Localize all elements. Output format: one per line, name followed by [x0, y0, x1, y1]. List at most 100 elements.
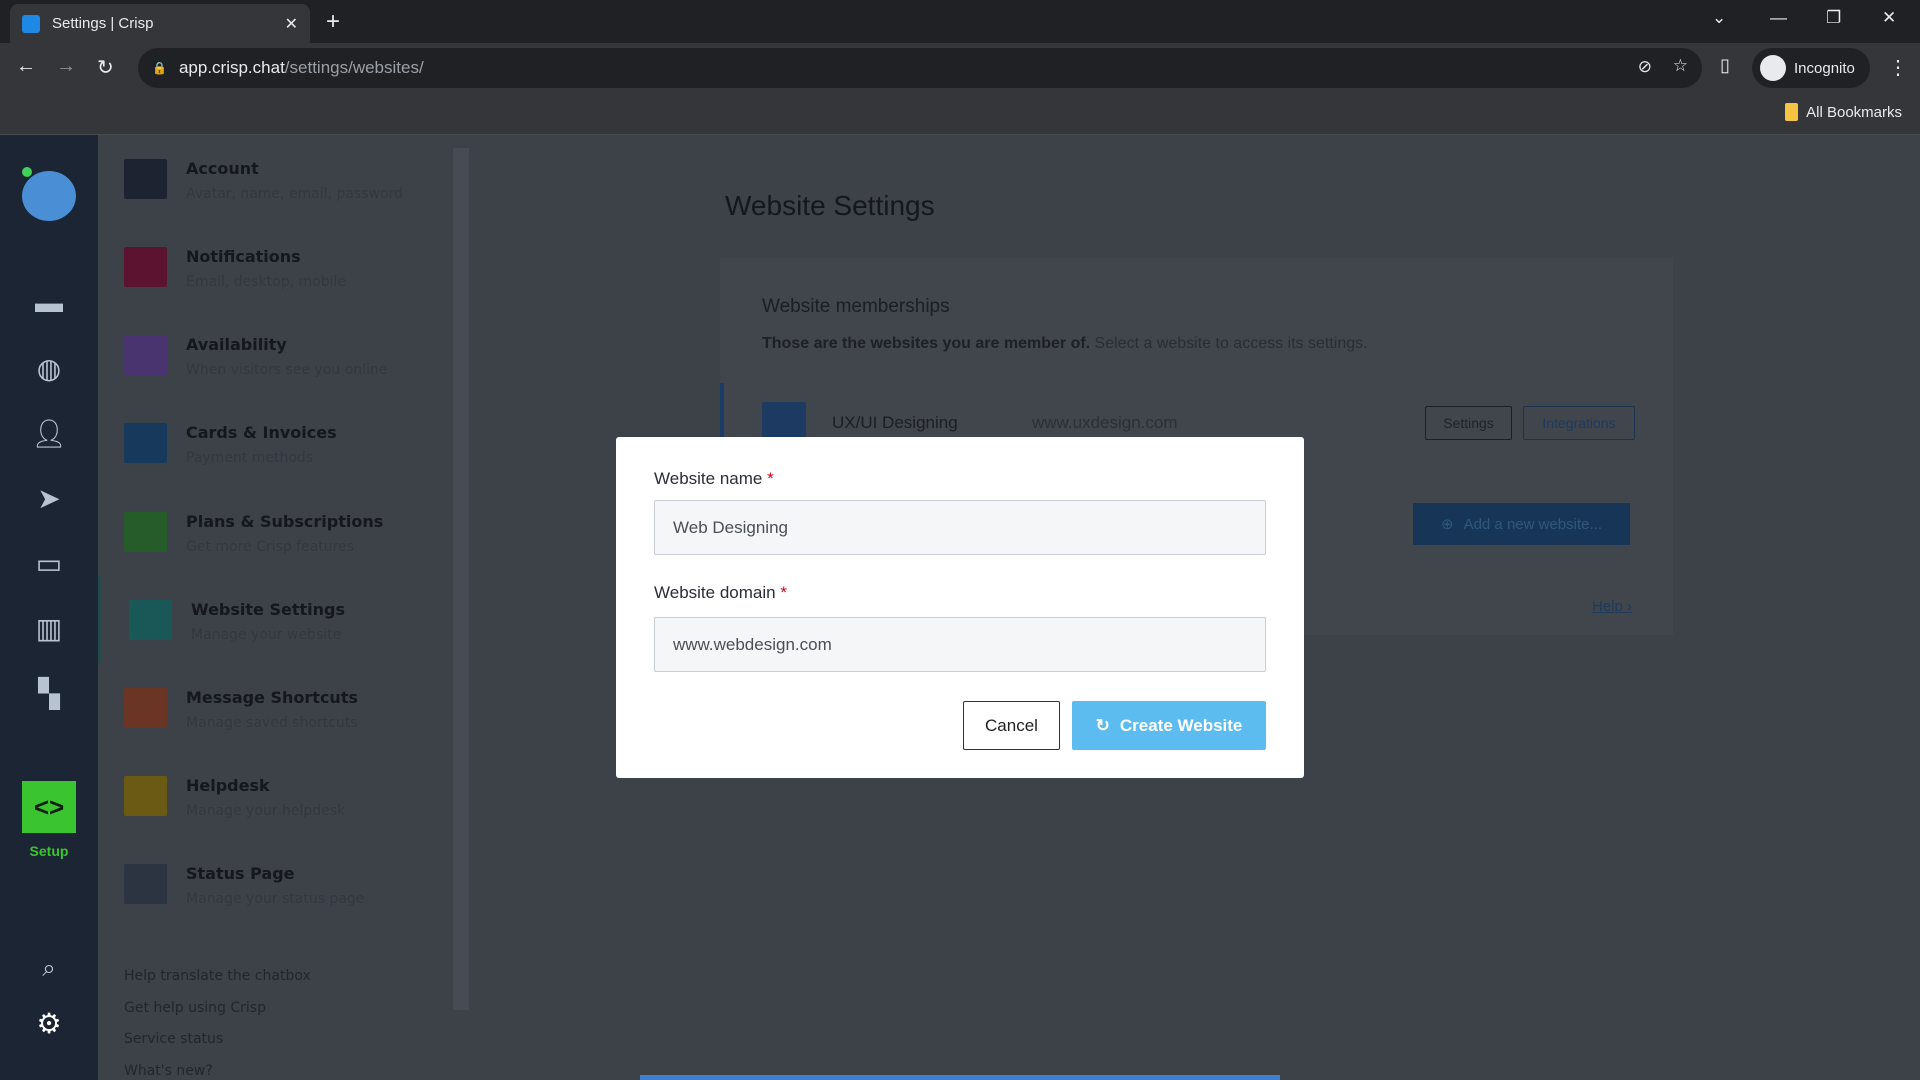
online-dot	[22, 167, 32, 177]
star-icon	[124, 512, 167, 552]
browser-tab[interactable]: Settings | Crisp ✕	[10, 4, 310, 43]
item-title: Notifications	[186, 247, 301, 266]
browser-toolbar: ← → ↻ 🔒 app.crisp.chat/settings/websites/…	[0, 43, 1920, 93]
page-title: Website Settings	[725, 190, 935, 221]
inbox-icon[interactable]: ▬	[29, 287, 69, 321]
close-window-icon[interactable]: ✕	[1882, 8, 1896, 28]
item-subtitle: Manage your status page	[186, 891, 365, 907]
browser-tab-bar: Settings | Crisp ✕ + ⌄ — ❐ ✕	[0, 0, 1920, 43]
back-icon[interactable]: ←	[16, 55, 36, 78]
sidebar-item-notifications[interactable]: Notifications Email, desktop, mobile	[98, 223, 450, 311]
website-name-input[interactable]	[654, 500, 1266, 555]
loading-spinner-icon: ↻	[1095, 715, 1110, 735]
get-help-link[interactable]: Get help using Crisp	[124, 1000, 266, 1016]
website-domain-label: Website domain *	[654, 583, 787, 602]
forward-icon[interactable]: →	[56, 55, 76, 78]
tab-title: Settings | Crisp	[52, 15, 154, 32]
new-tab-icon[interactable]: +	[326, 8, 340, 36]
helpdesk-icon	[124, 776, 167, 816]
bookmarks-bar: All Bookmarks	[0, 93, 1920, 135]
folder-icon	[1785, 103, 1799, 121]
lock-icon: 🔒	[152, 61, 167, 75]
desc-bold: Those are the websites you are member of…	[762, 335, 1091, 352]
item-title: Plans & Subscriptions	[186, 512, 384, 531]
sidebar-item-website-settings[interactable]: Website Settings Manage your website	[98, 576, 450, 664]
create-website-label: Create Website	[1119, 715, 1243, 735]
sidebar-scrollbar[interactable]	[453, 148, 469, 1010]
bell-icon	[124, 247, 167, 287]
clock-icon	[124, 335, 167, 375]
integrations-button[interactable]: Integrations	[1523, 406, 1635, 440]
account-icon	[124, 159, 167, 199]
service-status-link[interactable]: Service status	[124, 1031, 223, 1047]
helpdesk-icon[interactable]: ▭	[29, 547, 69, 581]
monitor-icon	[129, 600, 172, 640]
incognito-icon	[1760, 55, 1786, 81]
search-icon[interactable]: ⌕	[29, 955, 69, 989]
add-website-label: Add a new website...	[1463, 515, 1602, 533]
item-title: Message Shortcuts	[186, 688, 358, 707]
item-subtitle: Email, desktop, mobile	[186, 274, 346, 290]
sidebar-item-account[interactable]: Account Avatar, name, email, password	[98, 135, 450, 223]
loading-progress-bar	[640, 1075, 1280, 1080]
address-bar[interactable]: 🔒 app.crisp.chat/settings/websites/ ⊘ ☆	[138, 48, 1702, 88]
analytics-icon[interactable]: ▥	[29, 612, 69, 646]
sidebar-item-status-page[interactable]: Status Page Manage your status page	[98, 840, 450, 928]
restore-icon[interactable]: ❐	[1826, 8, 1841, 28]
whats-new-link[interactable]: What's new?	[124, 1063, 213, 1079]
website-domain: www.uxdesign.com	[1032, 413, 1178, 432]
eye-off-icon[interactable]: ⊘	[1638, 57, 1652, 77]
crisp-favicon-icon	[22, 14, 40, 33]
sidebar-item-helpdesk[interactable]: Helpdesk Manage your helpdesk	[98, 752, 450, 840]
help-link[interactable]: Help ›	[1592, 598, 1632, 615]
minimize-icon[interactable]: —	[1770, 8, 1787, 28]
reload-icon[interactable]: ↻	[97, 55, 114, 80]
add-website-button[interactable]: ⊕ Add a new website...	[1413, 503, 1630, 545]
item-title: Account	[186, 159, 259, 178]
incognito-profile[interactable]: Incognito	[1752, 48, 1870, 88]
star-icon[interactable]: ☆	[1673, 56, 1688, 76]
check-icon	[124, 864, 167, 904]
side-panel-icon[interactable]: ▯	[1720, 55, 1730, 76]
sidebar-item-cards-invoices[interactable]: Cards & Invoices Payment methods	[98, 399, 450, 487]
contacts-icon[interactable]: 👤︎	[29, 417, 69, 451]
cancel-button[interactable]: Cancel	[963, 701, 1060, 750]
tab-search-icon[interactable]: ⌄	[1712, 8, 1726, 28]
item-subtitle: When visitors see you online	[186, 362, 388, 378]
item-title: Availability	[186, 335, 287, 354]
setup-code-icon[interactable]: <>	[22, 781, 76, 833]
plugins-icon[interactable]: ▚	[29, 677, 69, 711]
website-name[interactable]: UX/UI Designing	[832, 413, 958, 433]
all-bookmarks[interactable]: All Bookmarks	[1785, 103, 1902, 121]
website-domain-input[interactable]	[654, 617, 1266, 672]
menu-icon[interactable]: ⋮	[1888, 55, 1908, 80]
settings-sidebar: Account Avatar, name, email, password Not…	[98, 135, 460, 1080]
globe-icon[interactable]: ◍	[29, 352, 69, 386]
item-title: Website Settings	[191, 600, 345, 619]
message-icon	[124, 688, 167, 728]
create-website-button[interactable]: ↻ Create Website	[1072, 701, 1266, 750]
item-subtitle: Payment methods	[186, 450, 314, 466]
help-translate-link[interactable]: Help translate the chatbox	[124, 968, 311, 984]
item-subtitle: Manage your helpdesk	[186, 803, 346, 819]
sidebar-item-message-shortcuts[interactable]: Message Shortcuts Manage saved shortcuts	[98, 664, 450, 752]
close-tab-icon[interactable]: ✕	[285, 14, 298, 34]
desc-text: Select a website to access its settings.	[1090, 335, 1368, 352]
website-icon	[762, 402, 806, 442]
gear-icon[interactable]: ⚙	[29, 1007, 69, 1041]
url-host: app.crisp.chat	[178, 58, 285, 77]
create-website-dialog: Website name * Website domain * Cancel ↻…	[616, 437, 1304, 778]
app-rail: ▬ ◍ 👤︎ ➤ ▭ ▥ ▚ <> Setup ⌕ ⚙	[0, 135, 98, 1080]
setup-label[interactable]: Setup	[0, 843, 98, 859]
sidebar-item-plans[interactable]: Plans & Subscriptions Get more Crisp feat…	[98, 488, 450, 576]
crisp-logo-icon[interactable]	[22, 167, 76, 221]
item-subtitle: Avatar, name, email, password	[186, 186, 403, 202]
campaigns-icon[interactable]: ➤	[29, 482, 69, 516]
website-settings-button[interactable]: Settings	[1425, 406, 1512, 440]
selected-indicator	[720, 383, 724, 443]
sidebar-item-availability[interactable]: Availability When visitors see you online	[98, 311, 450, 399]
plus-circle-icon: ⊕	[1441, 516, 1454, 533]
section-title: Website memberships	[762, 296, 950, 317]
url-path: /settings/websites/	[284, 58, 424, 77]
section-description: Those are the websites you are member of…	[762, 335, 1368, 353]
